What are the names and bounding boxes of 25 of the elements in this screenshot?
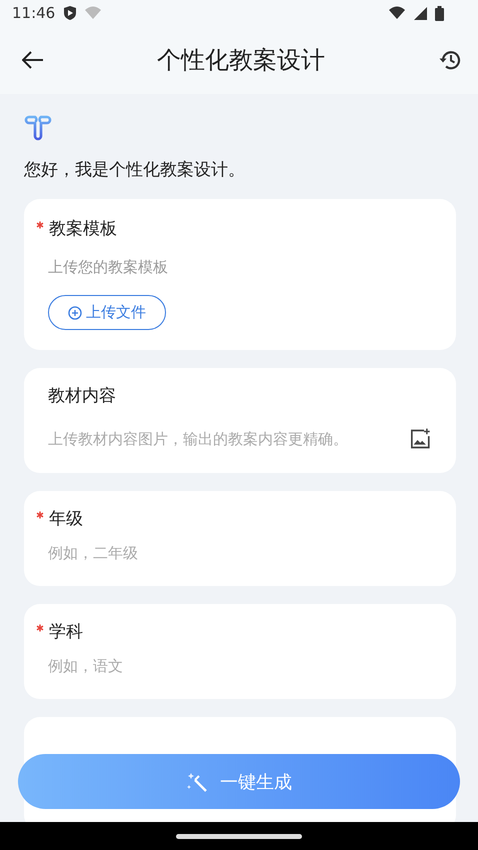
field-label: 教材内容 — [48, 385, 116, 407]
generate-button[interactable]: 一键生成 — [18, 754, 460, 809]
input-field[interactable]: 例如，语文 — [48, 657, 432, 675]
input-field[interactable]: 上传教材内容图片，输出的教案内容更精确。 — [48, 430, 410, 448]
logo-icon — [24, 114, 52, 142]
home-indicator[interactable] — [176, 834, 302, 838]
greeting-text: 您好，我是个性化教案设计。 — [24, 159, 246, 181]
magic-wand-icon — [186, 770, 208, 792]
wifi-icon — [389, 6, 406, 20]
battery-icon — [435, 6, 444, 20]
shield-icon — [63, 5, 78, 21]
field-hint: 上传您的教案模板 — [48, 258, 169, 277]
field-label: 年级 — [49, 508, 83, 530]
history-icon[interactable] — [438, 48, 462, 72]
plus-circle-icon — [68, 306, 82, 320]
add-image-icon[interactable] — [409, 427, 432, 451]
upload-button[interactable]: 上传文件 — [48, 295, 166, 330]
status-time: 11:46 — [12, 4, 56, 22]
field-label: 学科 — [49, 621, 83, 643]
signal-icon — [414, 6, 427, 20]
wifi-icon — [85, 6, 102, 20]
back-icon[interactable] — [22, 51, 44, 69]
input-field[interactable]: 例如，二年级 — [48, 544, 432, 562]
field-label: 教案模板 — [49, 218, 117, 240]
page-title: 个性化教案设计 — [157, 45, 325, 76]
